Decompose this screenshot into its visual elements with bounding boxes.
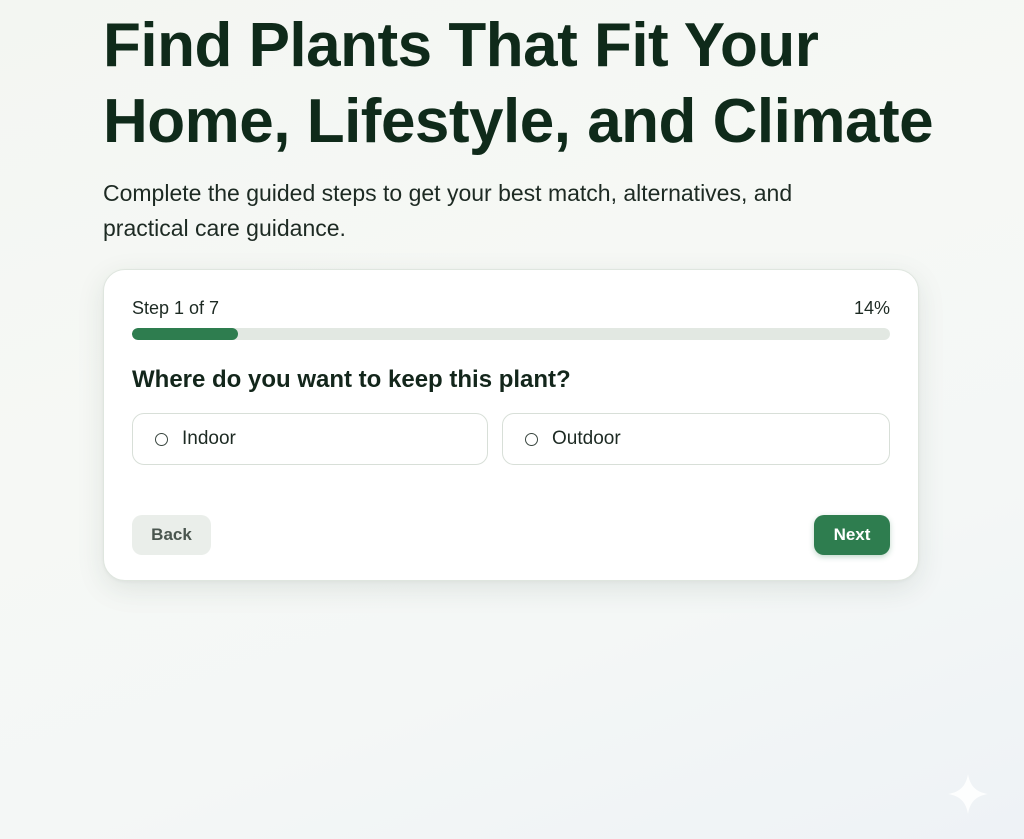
radio-unchecked-icon[interactable] xyxy=(525,432,538,446)
next-button[interactable]: Next xyxy=(814,515,890,555)
page-subtitle: Complete the guided steps to get your be… xyxy=(103,180,793,241)
progress-header: Step 1 of 7 14% xyxy=(132,298,890,322)
question-heading: Where do you want to keep this plant? xyxy=(132,366,571,393)
radio-unchecked-icon[interactable] xyxy=(155,432,168,446)
option-group: Indoor Outdoor xyxy=(132,413,890,465)
option-indoor[interactable]: Indoor xyxy=(132,413,488,465)
option-label: Indoor xyxy=(182,428,236,449)
step-counter: Step 1 of 7 xyxy=(132,298,220,318)
back-button[interactable]: Back xyxy=(132,515,211,555)
progress-bar-fill xyxy=(132,328,239,340)
progress-percent: 14% xyxy=(853,298,890,318)
sparkle-icon xyxy=(948,774,988,814)
option-outdoor[interactable]: Outdoor xyxy=(502,413,890,465)
progress-bar xyxy=(132,328,890,340)
option-label: Outdoor xyxy=(552,428,621,449)
hero-section: Find Plants That Fit Your Home, Lifestyl… xyxy=(103,8,963,246)
page-title: Find Plants That Fit Your Home, Lifestyl… xyxy=(103,11,934,156)
quiz-card: Step 1 of 7 14% Where do you want to kee… xyxy=(103,269,919,581)
